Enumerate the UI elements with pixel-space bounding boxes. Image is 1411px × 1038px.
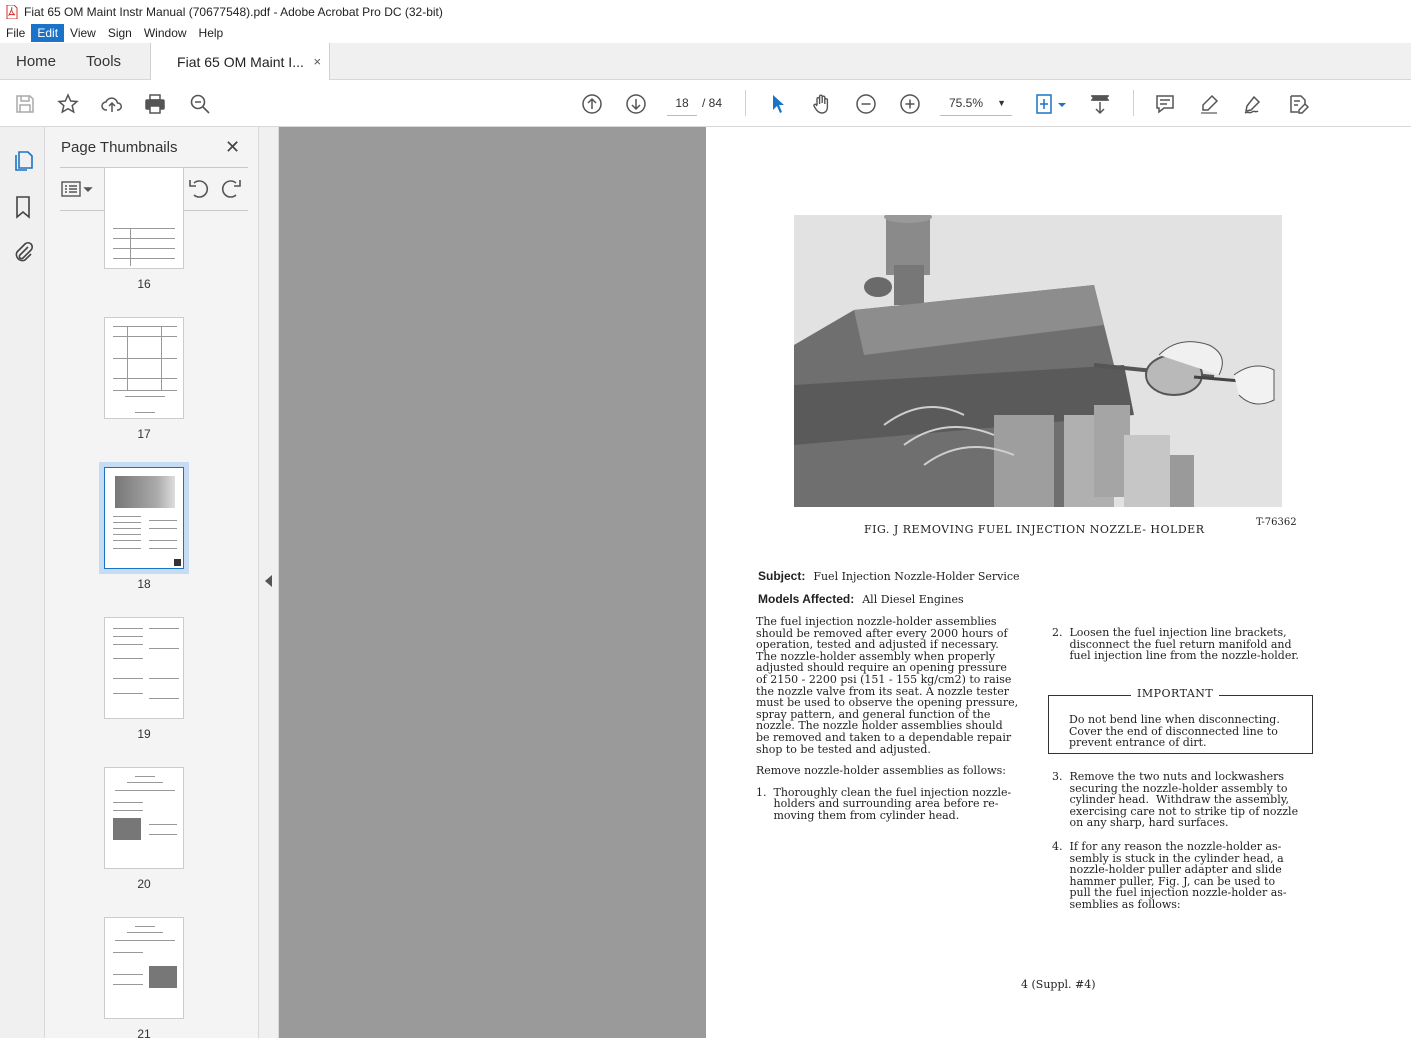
- window-title: Fiat 65 OM Maint Instr Manual (70677548)…: [24, 4, 443, 19]
- close-panel-icon[interactable]: ✕: [225, 137, 240, 158]
- step-2: 2. Loosen the fuel injection line bracke…: [1052, 626, 1299, 663]
- important-body: Do not bend line when disconnecting. Cov…: [1069, 713, 1280, 750]
- fit-page-icon[interactable]: [1033, 92, 1057, 116]
- step-1: 1. Thoroughly clean the fuel injection n…: [756, 785, 1012, 822]
- rotate-counterclockwise-icon[interactable]: [186, 177, 210, 201]
- panel-title: Page Thumbnails: [61, 139, 178, 156]
- attachments-paperclip-icon[interactable]: [11, 240, 35, 264]
- close-tab-icon[interactable]: ×: [313, 54, 321, 69]
- acrobat-pdf-icon: [6, 4, 18, 19]
- tab-tools[interactable]: Tools: [71, 43, 136, 79]
- fit-page-dropdown-icon[interactable]: [1057, 92, 1067, 116]
- step-4: 4. If for any reason the nozzle-holder a…: [1052, 839, 1287, 911]
- zoom-level-select[interactable]: 75.5% ▼: [940, 90, 1012, 116]
- print-icon[interactable]: [143, 92, 167, 116]
- page-number-input[interactable]: 18: [667, 90, 697, 116]
- page-total-label: / 84: [702, 96, 723, 110]
- menu-file[interactable]: File: [0, 24, 31, 42]
- tab-home[interactable]: Home: [0, 43, 71, 79]
- page-thumbnail-label: 19: [137, 727, 151, 741]
- menu-bar: File Edit View Sign Window Help: [0, 23, 1411, 43]
- collapse-panel-arrow-icon[interactable]: [265, 575, 272, 587]
- panel-collapse-strip[interactable]: [259, 127, 279, 1038]
- subject-line: Subject: Fuel Injection Nozzle-Holder Ser…: [758, 569, 1020, 583]
- paragraph-intro: The fuel injection nozzle-holder assembl…: [756, 615, 1019, 756]
- page-thumbnail-17[interactable]: [104, 317, 184, 419]
- right-column-bottom: 3. Remove the two nuts and lockwashers s…: [1052, 771, 1298, 921]
- page-thumbnails-panel: Page Thumbnails ✕ 16 17 18 19 20 21: [45, 127, 259, 1038]
- title-bar: Fiat 65 OM Maint Instr Manual (70677548)…: [0, 0, 1411, 23]
- left-column: The fuel injection nozzle-holder assembl…: [756, 616, 1018, 832]
- menu-view[interactable]: View: [64, 24, 102, 42]
- tab-bar: Home Tools Fiat 65 OM Maint I... ×: [0, 43, 1411, 80]
- thumbnail-resize-handle[interactable]: [174, 559, 181, 566]
- scroll-mode-icon[interactable]: [1088, 92, 1112, 116]
- comment-icon[interactable]: [1153, 92, 1177, 116]
- models-label: Models Affected:: [758, 592, 855, 606]
- document-tab-label: Fiat 65 OM Maint I...: [177, 53, 304, 70]
- zoom-level-value: 75.5%: [949, 96, 984, 110]
- toolbar-divider: [745, 90, 746, 116]
- subject-label: Subject:: [758, 569, 806, 583]
- page-footer: 4 (Suppl. #4): [1021, 978, 1096, 991]
- thumbnail-photo: [115, 476, 175, 508]
- zoom-out-icon[interactable]: [854, 92, 878, 116]
- menu-help[interactable]: Help: [193, 24, 230, 42]
- select-cursor-icon[interactable]: [766, 92, 790, 116]
- menu-window[interactable]: Window: [138, 24, 193, 42]
- page-thumbnail-20[interactable]: [104, 767, 184, 869]
- bookmarks-icon[interactable]: [11, 195, 35, 219]
- fill-sign-icon[interactable]: [1241, 92, 1265, 116]
- page-thumbnails-icon[interactable]: [11, 149, 35, 173]
- models-value: All Diesel Engines: [862, 593, 964, 606]
- page-thumbnail-21[interactable]: [104, 917, 184, 1019]
- zoom-dropdown-chevron-icon: ▼: [997, 98, 1006, 108]
- navigation-rail: [0, 127, 45, 1038]
- document-background: [279, 127, 706, 1038]
- engine-illustration: [794, 215, 1282, 507]
- subject-value: Fuel Injection Nozzle-Holder Service: [813, 570, 1020, 583]
- page-thumbnail-16[interactable]: [104, 167, 184, 269]
- right-column-top: 2. Loosen the fuel injection line bracke…: [1052, 627, 1299, 672]
- page-thumbnail-19[interactable]: [104, 617, 184, 719]
- document-page: FIG. J REMOVING FUEL INJECTION NOZZLE- H…: [706, 127, 1411, 1038]
- cloud-upload-icon[interactable]: [100, 92, 124, 116]
- thumbnail-photo: [113, 818, 141, 840]
- zoom-search-icon[interactable]: [188, 92, 212, 116]
- zoom-in-icon[interactable]: [898, 92, 922, 116]
- highlight-pen-icon[interactable]: [1197, 92, 1221, 116]
- page-thumbnail-label: 21: [137, 1027, 151, 1038]
- page-thumbnail-label: 16: [137, 277, 151, 291]
- important-box: IMPORTANT Do not bend line when disconne…: [1048, 688, 1313, 754]
- engine-photo: [794, 215, 1282, 507]
- paragraph-remove: Remove nozzle-holder assemblies as follo…: [756, 764, 1006, 778]
- save-icon[interactable]: [13, 92, 37, 116]
- page-thumbnail-label: 17: [137, 427, 151, 441]
- menu-edit[interactable]: Edit: [31, 24, 65, 42]
- toolbar-divider: [1133, 90, 1134, 116]
- rotate-clockwise-icon[interactable]: [220, 177, 244, 201]
- tab-document[interactable]: Fiat 65 OM Maint I... ×: [150, 43, 331, 80]
- page-thumbnail-label: 20: [137, 877, 151, 891]
- thumbnail-options-icon[interactable]: [60, 177, 96, 201]
- important-title: IMPORTANT: [1131, 688, 1220, 700]
- models-affected-line: Models Affected: All Diesel Engines: [758, 592, 964, 606]
- hand-tool-icon[interactable]: [810, 92, 834, 116]
- figure-number: T-76362: [1256, 517, 1297, 528]
- thumbnail-photo: [149, 966, 177, 988]
- bookmark-star-icon[interactable]: [56, 92, 80, 116]
- previous-page-icon[interactable]: [580, 92, 604, 116]
- step-3: 3. Remove the two nuts and lockwashers s…: [1052, 770, 1299, 830]
- page-thumbnail-label: 18: [137, 577, 151, 591]
- next-page-icon[interactable]: [624, 92, 648, 116]
- figure-caption: FIG. J REMOVING FUEL INJECTION NOZZLE- H…: [864, 523, 1205, 536]
- menu-sign[interactable]: Sign: [102, 24, 138, 42]
- page-thumbnail-18[interactable]: [104, 467, 184, 569]
- edit-pdf-icon[interactable]: [1286, 92, 1310, 116]
